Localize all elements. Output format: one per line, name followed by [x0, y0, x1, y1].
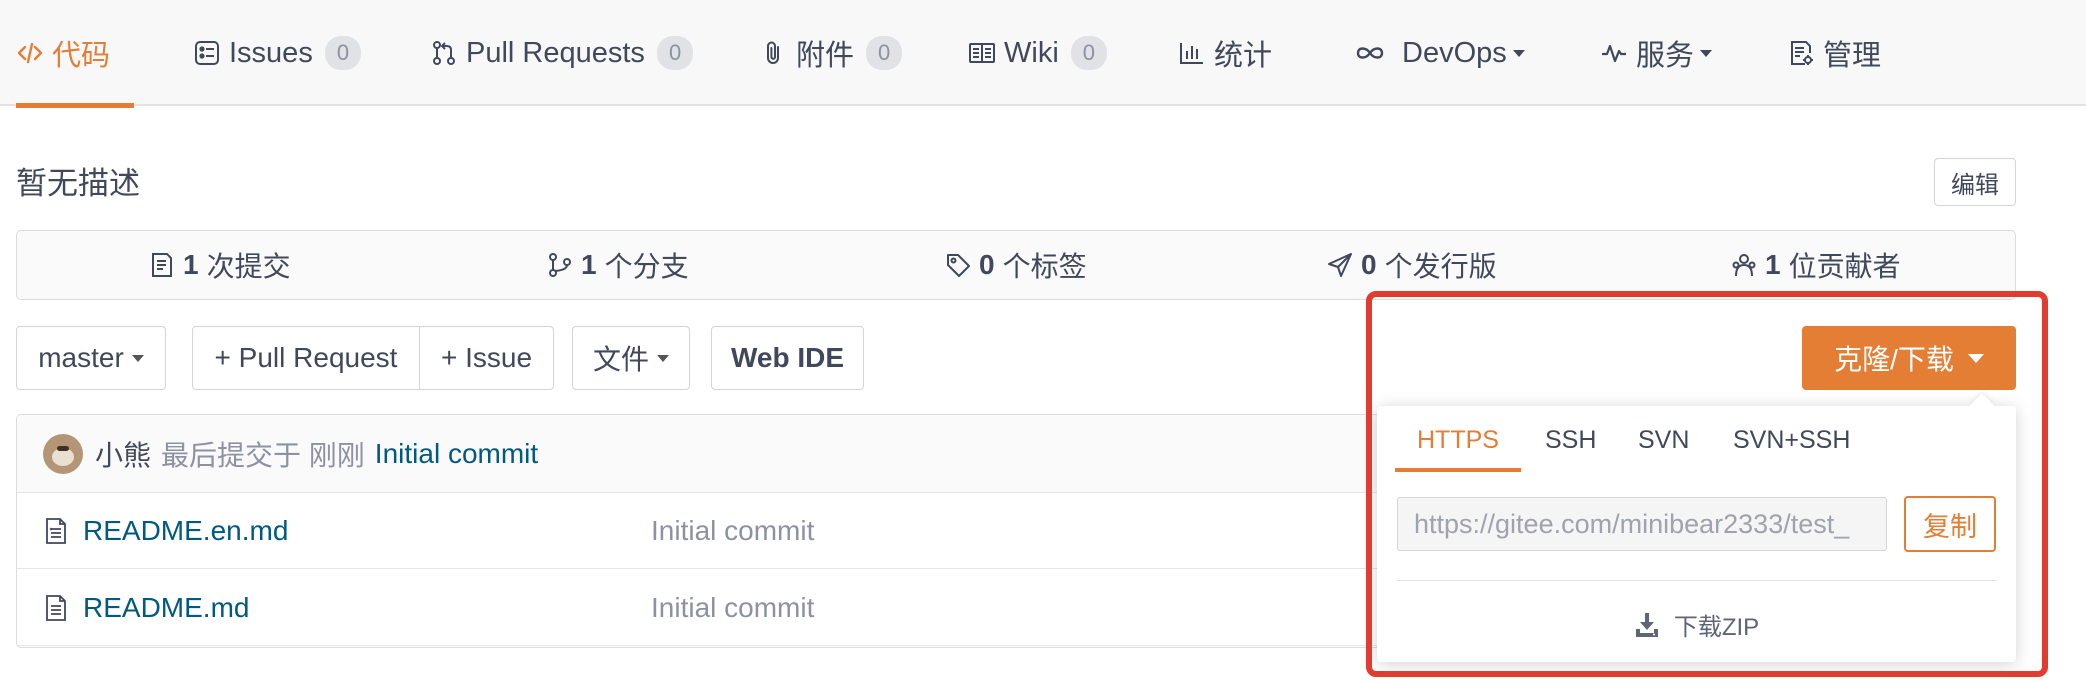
stat-contributors[interactable]: 1 位贡献者 — [1731, 231, 1901, 299]
commit-author[interactable]: 小熊 — [95, 434, 151, 474]
paperclip-icon — [760, 39, 788, 67]
tab-issues-label: Issues — [229, 36, 313, 69]
stat-tags-value: 0 — [979, 249, 995, 280]
web-ide-button[interactable]: Web IDE — [711, 326, 864, 390]
stat-contributors-label: 位贡献者 — [1788, 251, 1901, 282]
branch-select[interactable]: master — [16, 326, 166, 390]
wiki-count-badge: 0 — [1070, 36, 1108, 70]
new-issue-button[interactable]: + Issue — [419, 326, 554, 390]
tab-statistics[interactable]: 统计 — [1178, 0, 1272, 106]
stat-branches[interactable]: 1 个分支 — [547, 231, 689, 299]
tab-pull-requests[interactable]: Pull Requests 0 — [430, 0, 694, 106]
code-icon — [16, 39, 44, 67]
clone-dropdown-panel: HTTPS SSH SVN SVN+SSH https://gitee.com/… — [1377, 393, 2016, 662]
tab-statistics-label: 统计 — [1214, 40, 1273, 72]
new-pull-request-button[interactable]: + Pull Request — [192, 326, 420, 390]
release-icon — [1327, 252, 1353, 278]
commit-meta: 最后提交于 刚刚 — [161, 439, 365, 471]
stat-releases-label: 个发行版 — [1384, 251, 1497, 282]
chevron-down-icon — [131, 354, 144, 362]
tab-attachments[interactable]: 附件 0 — [760, 0, 903, 106]
pull-request-icon — [430, 39, 458, 67]
tab-manage-label: 管理 — [1823, 40, 1882, 72]
avatar[interactable] — [43, 433, 83, 474]
tab-code[interactable]: 代码 — [16, 0, 134, 108]
tab-services-label: 服务 — [1636, 40, 1695, 72]
clone-download-button[interactable]: 克隆/下载 — [1802, 326, 2016, 390]
settings-doc-icon — [1787, 39, 1815, 67]
repo-description: 暂无描述 — [16, 166, 140, 201]
pulse-icon — [1600, 39, 1628, 67]
bar-chart-icon — [1178, 39, 1206, 67]
issues-icon — [193, 39, 221, 67]
commit-message-link[interactable]: Initial commit — [375, 438, 538, 470]
tab-devops[interactable]: DevOps — [1352, 0, 1525, 106]
stat-branches-label: 个分支 — [604, 251, 689, 282]
edit-button[interactable]: 编辑 — [1934, 158, 2016, 206]
stat-tags[interactable]: 0 个标签 — [945, 231, 1087, 299]
stat-tags-label: 个标签 — [1002, 251, 1087, 282]
clone-download-label: 克隆/下载 — [1834, 344, 1954, 375]
commit-doc-icon — [149, 252, 175, 278]
download-zip-link[interactable]: 下载ZIP — [1377, 602, 2016, 646]
tab-svn[interactable]: SVN — [1638, 426, 1689, 472]
stat-branches-value: 1 — [581, 249, 597, 280]
clone-protocol-tabs: HTTPS SSH SVN SVN+SSH — [1395, 406, 1997, 472]
stat-commits-label: 次提交 — [206, 251, 291, 282]
stat-releases[interactable]: 0 个发行版 — [1327, 231, 1497, 299]
file-icon — [43, 594, 69, 622]
tab-wiki[interactable]: Wiki 0 — [968, 0, 1108, 106]
tab-wiki-label: Wiki — [1004, 36, 1059, 69]
tab-code-label: 代码 — [52, 40, 111, 72]
tab-devops-label: DevOps — [1402, 36, 1507, 69]
download-zip-label: 下载ZIP — [1673, 613, 1760, 641]
branch-icon — [547, 252, 573, 278]
pull-requests-count-badge: 0 — [656, 36, 694, 70]
infinity-icon — [1352, 39, 1388, 67]
tab-pull-requests-label: Pull Requests — [466, 36, 645, 69]
tag-icon — [945, 252, 971, 278]
tab-svn-ssh[interactable]: SVN+SSH — [1733, 426, 1850, 472]
file-name-link[interactable]: README.md — [83, 592, 249, 624]
chevron-down-icon — [1700, 49, 1713, 57]
attachments-count-badge: 0 — [866, 36, 903, 70]
stat-contributors-value: 1 — [1765, 249, 1781, 280]
tab-https[interactable]: HTTPS — [1395, 426, 1521, 472]
stat-commits-value: 1 — [183, 249, 199, 280]
repo-stats-bar: 1 次提交 1 个分支 0 个标签 0 个发行版 1 位贡献者 — [16, 230, 2016, 300]
clone-url-field[interactable]: https://gitee.com/minibear2333/test_ — [1397, 497, 1887, 551]
copy-button[interactable]: 复制 — [1904, 496, 1996, 552]
tab-services[interactable]: 服务 — [1600, 0, 1713, 106]
file-commit-message[interactable]: Initial commit — [651, 515, 814, 547]
branch-select-label: master — [38, 342, 124, 373]
chevron-down-icon — [1967, 353, 1984, 363]
divider — [1397, 580, 1997, 581]
tab-attachments-label: 附件 — [796, 40, 855, 72]
file-name-link[interactable]: README.en.md — [83, 515, 288, 547]
stat-releases-value: 0 — [1361, 249, 1377, 280]
issues-count-badge: 0 — [324, 36, 362, 70]
chevron-down-icon — [1512, 49, 1525, 57]
stat-commits[interactable]: 1 次提交 — [149, 231, 291, 299]
file-commit-message[interactable]: Initial commit — [651, 592, 814, 624]
tab-ssh[interactable]: SSH — [1545, 426, 1596, 472]
download-icon — [1634, 611, 1660, 637]
file-menu-button[interactable]: 文件 — [572, 326, 690, 390]
book-icon — [968, 39, 996, 67]
chevron-down-icon — [657, 354, 669, 362]
file-menu-label: 文件 — [592, 344, 649, 375]
contributors-icon — [1731, 252, 1757, 278]
repo-nav: 代码 Issues 0 Pull Requests 0 附件 0 Wiki 0 … — [0, 0, 2086, 108]
tab-issues[interactable]: Issues 0 — [193, 0, 362, 106]
tab-manage[interactable]: 管理 — [1787, 0, 1881, 106]
file-icon — [43, 517, 69, 545]
